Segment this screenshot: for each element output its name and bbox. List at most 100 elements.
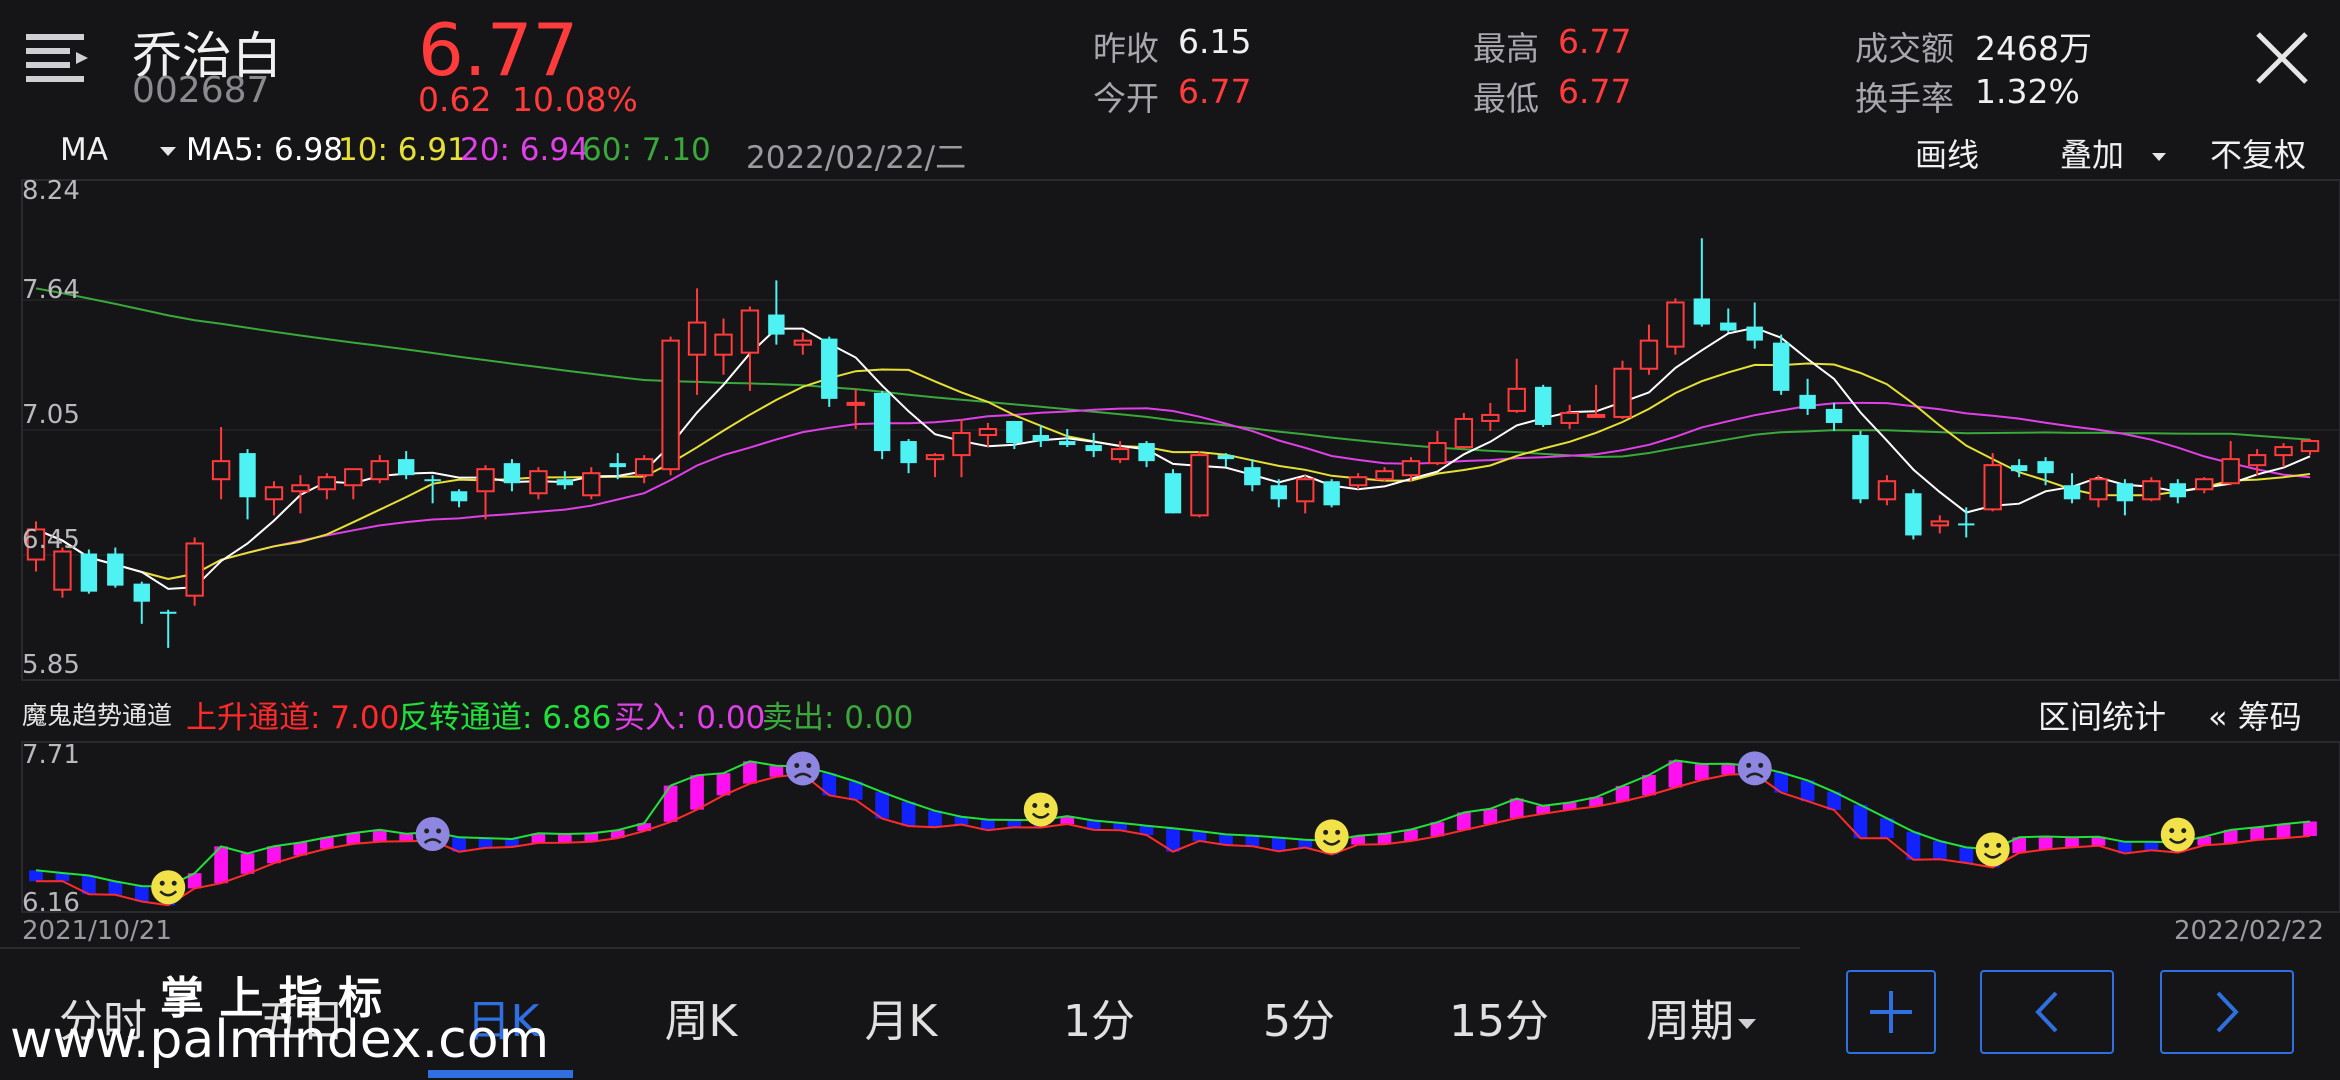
candle-body-up [2221, 458, 2240, 485]
candle-body-up [2300, 440, 2320, 453]
ma5-line [35, 326, 2311, 590]
chevron-right-icon [2216, 991, 2239, 1033]
buy-bar [2303, 821, 2317, 837]
buy-bar [240, 853, 255, 874]
candle-body-down [2010, 465, 2028, 472]
candle-body-down [1720, 322, 1737, 331]
candle-body-up [1983, 464, 2002, 511]
candle-body-up [53, 550, 72, 591]
candle-body-down [1905, 493, 1922, 536]
overlay-label: 叠加 [2060, 136, 2125, 174]
candle-body-up [661, 339, 680, 471]
sell-bar [108, 881, 123, 895]
candle-body-down [1164, 473, 1182, 514]
zoom-in-button[interactable] [1846, 970, 1936, 1054]
candle-body-down [1244, 467, 1261, 486]
sell-bar [1800, 780, 1815, 802]
chevron-down-icon [159, 147, 176, 156]
candle-body-down [1032, 435, 1049, 442]
close-icon[interactable] [2252, 28, 2312, 88]
candle-body-down [2037, 461, 2054, 474]
buy-bar [1377, 833, 1392, 845]
candle-body-up [344, 468, 363, 487]
sell-bar [1271, 837, 1286, 852]
price-axis-label: 5.85 [22, 650, 80, 680]
tab-month-k[interactable]: 月K [826, 985, 976, 1049]
chevron-down-icon [1738, 1019, 1756, 1029]
current-date: 2022/02/22/二 [746, 140, 967, 176]
buy-signal-icon [1975, 832, 2010, 867]
buy-bar [1721, 763, 1736, 775]
buy-bar [558, 834, 572, 843]
buy-bar [2065, 837, 2079, 848]
tab-5min[interactable]: 5分 [1224, 985, 1374, 1049]
high-label: 最高 [1473, 29, 1539, 68]
start-date-label: 2021/10/21 [22, 916, 172, 946]
draw-line-button[interactable]: 画线 [1915, 130, 1979, 176]
sell-bar [478, 838, 493, 848]
next-button[interactable] [2160, 970, 2294, 1054]
tab-15min[interactable]: 15分 [1424, 985, 1574, 1049]
buy-bar [1509, 798, 1524, 819]
buy-bar [2038, 836, 2053, 850]
candle-body-down [1958, 523, 1975, 526]
candle-body-down [160, 611, 177, 614]
buy-bar [1668, 760, 1683, 788]
candle-body-down [1138, 443, 1155, 462]
watermark-url: www.palmindex.com [10, 1010, 550, 1070]
buy-bar [743, 761, 757, 784]
overlay-button[interactable]: 叠加 [2060, 130, 2167, 176]
indicator-select[interactable]: MA [60, 132, 176, 168]
candle-body-up [2247, 454, 2267, 467]
range-stats-button[interactable]: 区间统计 [2038, 692, 2166, 738]
candle-body-up [1481, 413, 1500, 422]
candle-body-down [397, 459, 415, 476]
chips-button[interactable]: « 筹码 [2208, 692, 2302, 738]
menu-icon[interactable] [26, 30, 92, 88]
candle-body-up [1348, 476, 1368, 487]
adjust-button[interactable]: 不复权 [2210, 130, 2306, 176]
candle-body-up [317, 476, 337, 491]
turnover-rate-label: 换手率 [1855, 79, 1954, 118]
buy-signal-icon [2160, 817, 2195, 852]
tab-period[interactable]: 周期 [1626, 985, 1776, 1049]
candle-body-down [239, 453, 256, 498]
buy-value: 买入: 0.00 [614, 700, 766, 736]
indicator-panel-frame [21, 741, 2340, 913]
candle-body-up [925, 454, 945, 461]
candle-body-up [1110, 448, 1130, 461]
candle-body-down [609, 463, 626, 468]
buy-signal-icon [1023, 792, 1058, 827]
tab-1min[interactable]: 1分 [1024, 985, 1174, 1049]
candle-body-down [1085, 445, 1102, 452]
candle-body-up [793, 339, 813, 346]
candle-body-down [900, 441, 917, 464]
candle-body-down [424, 479, 441, 482]
candle-body-up [2089, 478, 2108, 501]
sell-signal-icon [785, 751, 820, 786]
previous-button[interactable] [1980, 970, 2114, 1054]
candle-body-down [1270, 485, 1287, 500]
buy-bar [1695, 764, 1709, 781]
candle-body-up [529, 470, 548, 495]
candle-body-down [80, 553, 98, 592]
sell-bar [134, 886, 149, 902]
buy-bar [2250, 827, 2264, 840]
tab-week-k[interactable]: 周K [626, 985, 776, 1049]
candle-body-down [768, 314, 785, 335]
candle-body-down [1799, 394, 1816, 409]
candle-body-up [1190, 454, 1209, 517]
chevron-down-icon [2152, 153, 2167, 161]
candle-body-up [370, 460, 389, 481]
sell-bar [1245, 835, 1260, 847]
candle-body-down [503, 463, 521, 484]
sell-bar [928, 810, 942, 828]
candle-body-up [714, 333, 733, 356]
candle-body-up [1375, 470, 1394, 481]
candle-body-down [133, 583, 150, 602]
candle-body-up [978, 427, 998, 437]
indicator-name[interactable]: 魔鬼趋势通道 [22, 696, 172, 732]
candle-body-up [740, 309, 760, 354]
candle-body-down [450, 491, 468, 502]
candle-body-up [476, 468, 495, 493]
